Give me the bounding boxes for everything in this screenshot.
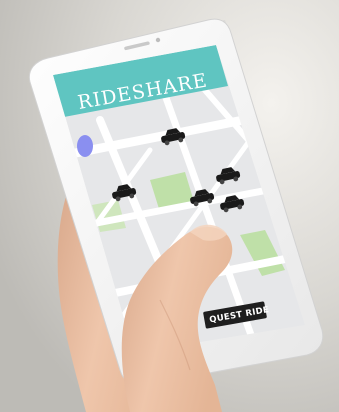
scene: RIDESHARE QUEST RIDE <box>0 0 339 412</box>
location-marker[interactable] <box>77 135 93 157</box>
front-camera <box>155 37 161 43</box>
